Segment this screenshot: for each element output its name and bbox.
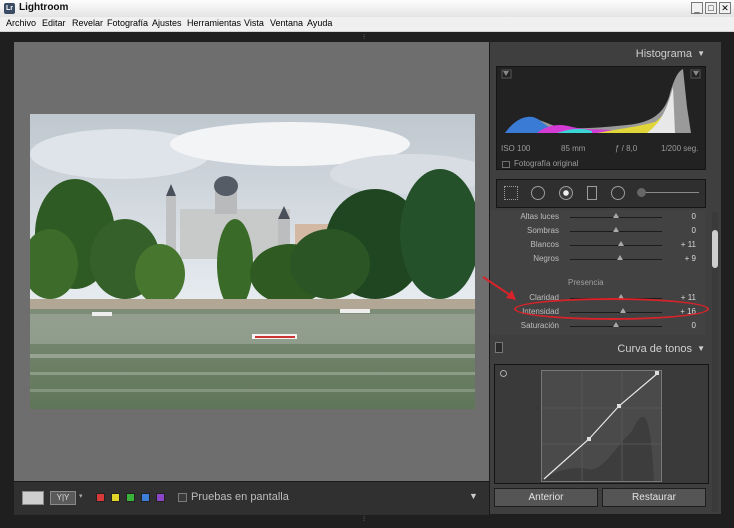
menu-fotografia[interactable]: Fotografía bbox=[107, 18, 148, 28]
slider-value[interactable]: 0 bbox=[692, 226, 696, 235]
maximize-button[interactable]: □ bbox=[705, 2, 717, 14]
panel-switch-icon[interactable] bbox=[495, 342, 503, 353]
slider-label: Saturación bbox=[520, 321, 559, 330]
tone-curve-title: Curva de tonos bbox=[617, 343, 692, 355]
menu-archivo[interactable]: Archivo bbox=[6, 18, 36, 28]
before-after-button[interactable]: Y|Y bbox=[50, 491, 76, 505]
photo-illustration bbox=[30, 114, 475, 409]
menu-bar: Archivo Editar Revelar Fotografía Ajuste… bbox=[0, 17, 734, 32]
spot-removal-icon[interactable] bbox=[531, 186, 545, 200]
focal-length-readout: 85 mm bbox=[561, 144, 586, 153]
develop-right-panel: Histograma ▼ ISO 100 85 mm ƒ / 8,0 1/200… bbox=[489, 42, 721, 514]
minimize-button[interactable]: _ bbox=[691, 2, 703, 14]
presence-heading: Presencia bbox=[568, 278, 604, 287]
slider-label: Sombras bbox=[526, 226, 559, 235]
histogram-graph[interactable]: ISO 100 85 mm ƒ / 8,0 1/200 seg. Fotogra… bbox=[496, 66, 706, 170]
previous-button[interactable]: Anterior bbox=[494, 488, 598, 507]
adjustment-brush-icon[interactable] bbox=[637, 188, 646, 197]
slider-thumb[interactable] bbox=[613, 322, 619, 327]
slider-value[interactable]: + 9 bbox=[685, 254, 696, 263]
collapse-triangle-icon[interactable]: ▼ bbox=[697, 49, 705, 58]
slider-row: Saturación 0 bbox=[490, 320, 705, 334]
window-title: Lightroom bbox=[19, 2, 69, 13]
slider-thumb[interactable] bbox=[618, 241, 625, 246]
expand-down-icon: ⁝ bbox=[363, 516, 366, 523]
slider-row: Altas luces 0 bbox=[490, 211, 705, 225]
slider-row: Blancos + 11 bbox=[490, 239, 705, 253]
color-label-blue[interactable] bbox=[141, 493, 150, 502]
expand-up-icon: ⁝ bbox=[363, 34, 366, 41]
slider-track[interactable] bbox=[570, 259, 662, 260]
slider-value[interactable]: 0 bbox=[692, 212, 696, 221]
menu-revelar[interactable]: Revelar bbox=[72, 18, 103, 28]
color-label-red[interactable] bbox=[96, 493, 105, 502]
tone-curve-chart bbox=[542, 371, 661, 481]
left-panel-toggle[interactable] bbox=[0, 42, 14, 518]
slider-thumb[interactable] bbox=[613, 213, 619, 218]
panel-scrollbar-thumb[interactable] bbox=[712, 230, 718, 268]
color-label-purple[interactable] bbox=[156, 493, 165, 502]
softproof-label: Pruebas en pantalla bbox=[191, 491, 289, 503]
red-eye-icon[interactable] bbox=[559, 186, 573, 200]
original-photo-label: Fotografía original bbox=[514, 159, 579, 168]
lightroom-app-icon: Lr bbox=[4, 3, 15, 14]
chevron-down-icon[interactable]: ▾ bbox=[79, 492, 83, 500]
slider-label: Altas luces bbox=[520, 212, 559, 221]
toolbar-menu-icon[interactable]: ▼ bbox=[469, 491, 478, 501]
image-canvas bbox=[14, 42, 489, 481]
slider-value[interactable]: + 11 bbox=[681, 240, 696, 249]
aperture-readout: ƒ / 8,0 bbox=[615, 144, 638, 153]
right-panel-toggle[interactable] bbox=[720, 42, 734, 518]
annotation-arrow bbox=[482, 276, 516, 300]
menu-herramientas[interactable]: Herramientas bbox=[187, 18, 241, 28]
photo-preview[interactable] bbox=[30, 114, 475, 409]
bottom-panel-toggle[interactable]: ⁝ bbox=[0, 514, 734, 528]
color-label-yellow[interactable] bbox=[111, 493, 120, 502]
tool-strip bbox=[496, 179, 706, 208]
tone-curve-panel bbox=[494, 364, 709, 484]
slider-thumb[interactable] bbox=[613, 227, 619, 232]
crop-overlay-icon[interactable] bbox=[504, 186, 518, 200]
slider-value[interactable]: 0 bbox=[692, 321, 696, 330]
annotation-ellipse bbox=[514, 298, 709, 320]
loupe-view-button[interactable] bbox=[22, 491, 44, 505]
tone-curve-header[interactable]: Curva de tonos ▼ bbox=[490, 339, 712, 359]
collapse-triangle-icon[interactable]: ▼ bbox=[697, 344, 705, 353]
shutter-readout: 1/200 seg. bbox=[661, 144, 699, 153]
reset-button[interactable]: Restaurar bbox=[602, 488, 706, 507]
radial-filter-icon[interactable] bbox=[611, 186, 625, 200]
menu-ayuda[interactable]: Ayuda bbox=[307, 18, 332, 28]
menu-ventana[interactable]: Ventana bbox=[270, 18, 303, 28]
menu-ajustes[interactable]: Ajustes bbox=[152, 18, 182, 28]
top-panel-toggle[interactable]: ⁝ bbox=[0, 32, 734, 42]
close-button[interactable]: ✕ bbox=[719, 2, 731, 14]
histogram-header[interactable]: Histograma ▼ bbox=[490, 44, 712, 64]
bottom-toolbar: Y|Y ▾ Pruebas en pantalla ▼ bbox=[14, 481, 489, 515]
title-bar: Lr Lightroom _ □ ✕ bbox=[0, 0, 734, 18]
menu-editar[interactable]: Editar bbox=[42, 18, 66, 28]
brush-slider-track[interactable] bbox=[639, 192, 699, 193]
slider-label: Negros bbox=[533, 254, 559, 263]
slider-label: Blancos bbox=[530, 240, 559, 249]
iso-readout: ISO 100 bbox=[501, 144, 531, 153]
slider-track[interactable] bbox=[570, 245, 662, 246]
panel-scrollbar[interactable] bbox=[712, 212, 718, 512]
original-photo-checkbox[interactable] bbox=[502, 161, 510, 168]
color-label-green[interactable] bbox=[126, 493, 135, 502]
tone-curve-graph[interactable] bbox=[541, 370, 662, 482]
slider-row: Sombras 0 bbox=[490, 225, 705, 239]
target-adjust-icon[interactable] bbox=[500, 370, 507, 377]
graduated-filter-icon[interactable] bbox=[587, 186, 597, 200]
histogram-title: Histograma bbox=[635, 48, 692, 60]
slider-row: Negros + 9 bbox=[490, 253, 705, 267]
menu-vista[interactable]: Vista bbox=[244, 18, 264, 28]
histogram-chart bbox=[501, 69, 701, 133]
softproof-checkbox[interactable] bbox=[178, 493, 187, 502]
slider-thumb[interactable] bbox=[617, 255, 624, 260]
